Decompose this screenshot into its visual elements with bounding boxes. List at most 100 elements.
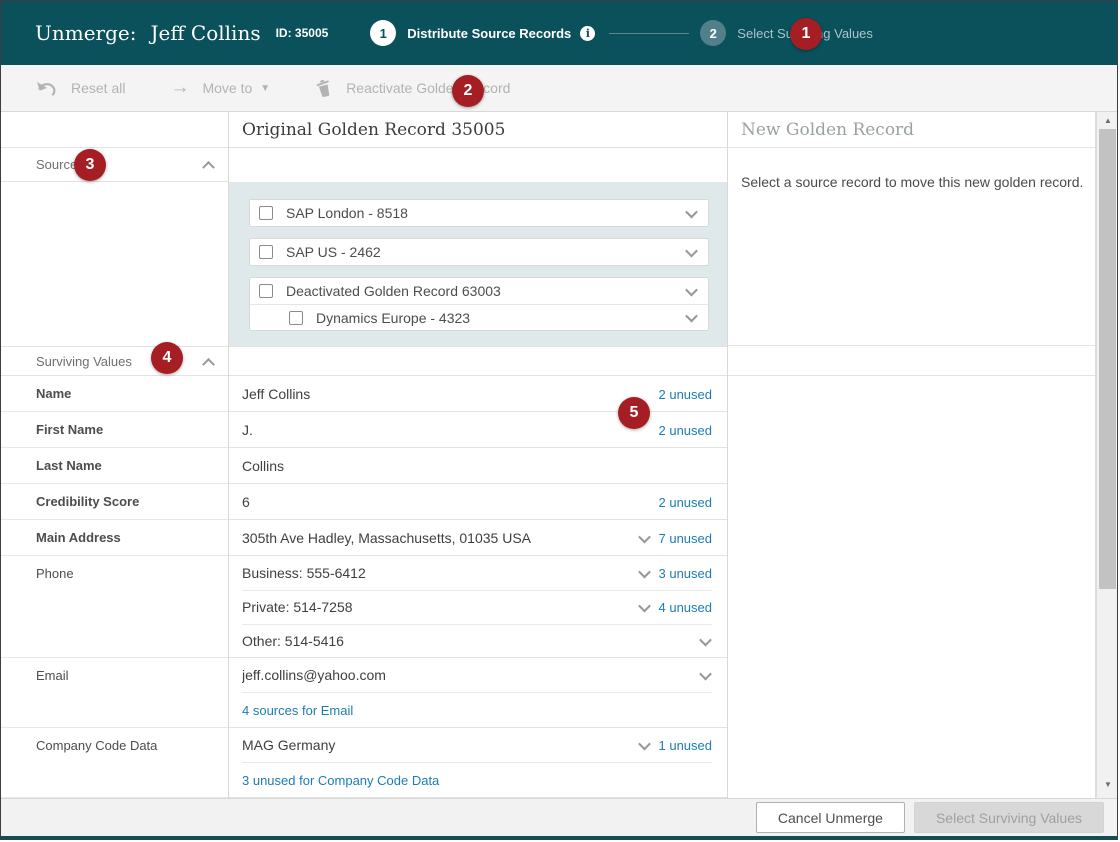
unused-link[interactable]: 2 unused [659, 495, 713, 510]
step-2-number: 2 [700, 20, 726, 46]
move-to-label: Move to [202, 80, 252, 96]
unused-link[interactable]: 1 unused [659, 738, 713, 753]
annotation-badge-2: 2 [452, 75, 484, 107]
field-label-row: Last Name [1, 448, 228, 484]
undo-icon [36, 81, 58, 96]
field-label: First Name [36, 422, 103, 437]
surviving-values-label: Surviving Values [36, 354, 132, 369]
field-value-row: Jeff Collins2 unused [229, 376, 727, 412]
chevron-down-icon[interactable] [638, 530, 651, 543]
chevron-up-icon[interactable] [202, 357, 215, 370]
value-sub-row: 305th Ave Hadley, Massachusetts, 01035 U… [229, 520, 727, 556]
source-record-label: SAP US - 2462 [286, 244, 687, 260]
field-value: 6 [242, 494, 659, 510]
chevron-down-icon[interactable] [685, 244, 698, 257]
field-values: Jeff Collins2 unusedJ.2 unusedCollins62 … [229, 376, 727, 798]
source-checkbox[interactable] [259, 206, 273, 220]
field-value: Business: 555-6412 [242, 565, 640, 581]
value-sub-row: Collins [229, 448, 727, 484]
scroll-up-button[interactable]: ▲ [1097, 114, 1118, 128]
step-select-surviving-values[interactable]: 2 Select Surviving Values [700, 20, 873, 46]
field-value-row: J.2 unused [229, 412, 727, 448]
cancel-unmerge-button[interactable]: Cancel Unmerge [756, 802, 905, 833]
value-sub-row: Private: 514-72584 unused [229, 590, 727, 624]
reactivate-label: Reactivate Golden Record [346, 80, 510, 96]
step-connector-line [609, 33, 689, 34]
unused-link[interactable]: 3 unused [659, 566, 713, 581]
info-icon[interactable]: i [580, 26, 595, 41]
surviving-values-section-header[interactable]: Surviving Values [1, 346, 228, 376]
value-sub-row: J.2 unused [229, 412, 727, 448]
page-title: Unmerge:Jeff Collins [35, 21, 261, 45]
field-labels: Name First Name Last Name Credibility Score… [1, 376, 228, 798]
new-record-header: New Golden Record [728, 112, 1095, 148]
sources-link[interactable]: 4 sources for Email [242, 703, 353, 718]
record-id: ID: 35005 [276, 26, 329, 40]
field-value: J. [242, 422, 659, 438]
select-surviving-values-button[interactable]: Select Surviving Values [914, 802, 1104, 833]
move-to-button[interactable]: → Move to ▼ [170, 80, 270, 96]
field-label-row: Name [1, 376, 228, 412]
new-record-column: New Golden Record Select a source record… [728, 112, 1096, 798]
reset-all-label: Reset all [71, 80, 125, 96]
source-record-label: Deactivated Golden Record 63003 [286, 283, 687, 299]
original-record-header: Original Golden Record 35005 [229, 112, 727, 148]
field-label: Phone [36, 566, 74, 581]
source-record-row[interactable]: Dynamics Europe - 4323 [250, 304, 708, 330]
new-record-message: Select a source record to move this new … [728, 148, 1095, 346]
source-checkbox[interactable] [289, 311, 303, 325]
field-label-row: Email [1, 658, 228, 728]
attributes-column: Sources Surviving Values Name First Name L… [1, 112, 228, 798]
field-label: Name [36, 386, 71, 401]
field-label-row: Credibility Score [1, 484, 228, 520]
chevron-down-icon[interactable] [638, 565, 651, 578]
step-distribute-source-records[interactable]: 1 Distribute Source Records i [370, 20, 595, 46]
value-footer-row: 3 unused for Company Code Data [229, 762, 727, 798]
toolbar: Reset all → Move to ▼ Reactivate Golden … [1, 65, 1117, 112]
field-value-row: Business: 555-6412 3 unused Private: 514-7… [229, 556, 727, 658]
sources-panel: SAP London - 8518 SAP US - 2462 Deactivate… [229, 182, 727, 346]
arrow-right-icon: → [170, 81, 189, 95]
new-record-gap [728, 346, 1095, 376]
value-sub-row: Jeff Collins2 unused [229, 376, 727, 412]
field-label: Credibility Score [36, 494, 139, 509]
unused-link[interactable]: 7 unused [659, 531, 713, 546]
source-record-card: SAP London - 8518 [249, 199, 709, 227]
header-bar: Unmerge:Jeff Collins ID: 35005 1 Distrib… [1, 1, 1117, 65]
chevron-down-icon[interactable] [685, 283, 698, 296]
source-record-row[interactable]: Deactivated Golden Record 63003 [250, 278, 708, 304]
unused-link[interactable]: 4 unused [659, 600, 713, 615]
main-content: Sources Surviving Values Name First Name L… [1, 112, 1118, 798]
source-checkbox[interactable] [259, 284, 273, 298]
annotation-badge-1: 1 [790, 18, 822, 50]
sources-section-header[interactable]: Sources [1, 148, 228, 182]
chevron-down-icon[interactable] [699, 667, 712, 680]
field-label: Last Name [36, 458, 102, 473]
chevron-down-icon[interactable] [638, 599, 651, 612]
reset-all-button[interactable]: Reset all [36, 80, 125, 96]
source-record-card: Deactivated Golden Record 63003 Dynamics … [249, 277, 709, 331]
attributes-column-header [1, 112, 228, 148]
source-record-label: Dynamics Europe - 4323 [316, 310, 687, 326]
source-checkbox[interactable] [259, 245, 273, 259]
unused-link[interactable]: 2 unused [659, 387, 713, 402]
scrollbar-thumb[interactable] [1099, 129, 1116, 589]
chevron-up-icon[interactable] [202, 161, 215, 174]
unused-link[interactable]: 2 unused [659, 423, 713, 438]
source-record-row[interactable]: SAP US - 2462 [250, 239, 708, 265]
sources-link[interactable]: 3 unused for Company Code Data [242, 773, 439, 788]
value-sub-row: Business: 555-6412 3 unused [229, 556, 727, 590]
chevron-down-icon[interactable] [685, 205, 698, 218]
value-sub-row: Other: 514-5416 [229, 624, 727, 658]
chevron-down-icon[interactable] [685, 310, 698, 323]
original-record-column: Original Golden Record 35005 SAP London … [228, 112, 728, 798]
field-value: Jeff Collins [242, 386, 659, 402]
field-value: jeff.collins@yahoo.com [242, 667, 701, 683]
chevron-down-icon[interactable] [638, 737, 651, 750]
field-value: Collins [242, 458, 712, 474]
source-record-row[interactable]: SAP London - 8518 [250, 200, 708, 226]
value-sub-row: MAG Germany1 unused [229, 728, 727, 762]
chevron-down-icon[interactable] [699, 633, 712, 646]
field-value-row: 305th Ave Hadley, Massachusetts, 01035 U… [229, 520, 727, 556]
scroll-down-button[interactable]: ▼ [1097, 778, 1118, 792]
